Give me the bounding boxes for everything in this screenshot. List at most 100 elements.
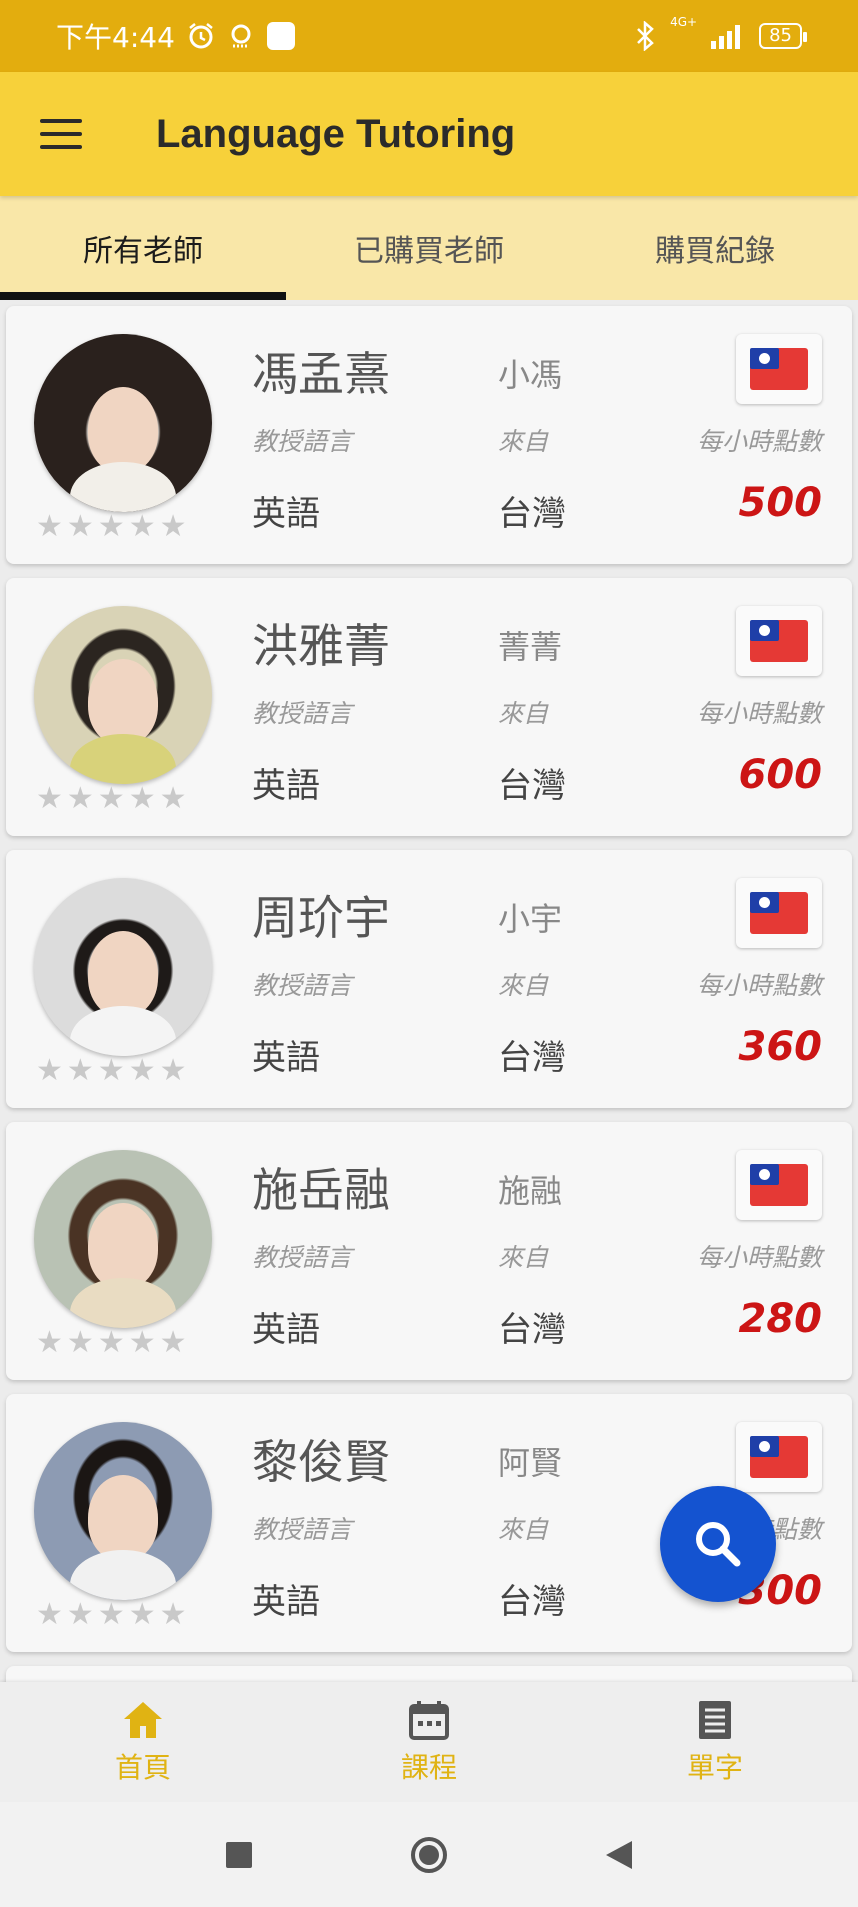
app-notification-icon	[266, 22, 295, 50]
label-language: 教授語言	[252, 971, 353, 1000]
teacher-points: 280	[738, 1296, 823, 1342]
star-icon: ★	[36, 1597, 63, 1632]
nav-vocabulary[interactable]: 單字	[572, 1682, 858, 1802]
home-button[interactable]	[334, 1835, 524, 1875]
star-icon: ★	[36, 509, 63, 544]
teacher-nickname: 小馮	[498, 356, 563, 394]
search-button[interactable]	[660, 1486, 776, 1602]
teacher-avatar	[34, 334, 212, 512]
teacher-name: 馮孟熹	[252, 347, 390, 401]
circle-icon	[411, 1836, 447, 1873]
battery-level: 85	[769, 25, 792, 46]
rating-stars: ★ ★ ★ ★ ★	[36, 784, 187, 814]
star-icon: ★	[128, 1053, 156, 1088]
star-icon: ★	[97, 509, 125, 544]
teacher-points: 500	[738, 480, 823, 526]
teacher-avatar	[34, 606, 212, 784]
square-icon	[226, 1841, 252, 1868]
tab-purchase-history[interactable]: 購買紀錄	[572, 196, 858, 300]
search-icon	[696, 1522, 741, 1567]
back-button[interactable]	[524, 1839, 714, 1871]
teacher-language: 英語	[252, 494, 320, 534]
taiwan-flag-icon	[736, 1150, 822, 1220]
star-icon: ★	[97, 1597, 125, 1632]
label-from: 來自	[498, 699, 549, 728]
nav-courses[interactable]: 課程	[286, 1682, 572, 1802]
teacher-points: 360	[738, 1024, 823, 1070]
taiwan-flag-icon	[736, 1422, 822, 1492]
star-icon: ★	[128, 1325, 156, 1360]
star-icon: ★	[159, 1053, 187, 1088]
teacher-country: 台灣	[498, 766, 566, 806]
teacher-name: 洪雅菁	[252, 619, 390, 673]
app-bar: Language Tutoring	[0, 72, 858, 196]
document-icon	[699, 1701, 731, 1739]
teacher-card[interactable]: ★ ★ ★ ★ ★ 周玠宇 小宇 教授語言 來自 每小時點數 英語 台灣 360	[6, 850, 852, 1108]
bottom-nav: 首頁 課程 單字	[0, 1682, 858, 1802]
star-icon: ★	[66, 1053, 94, 1088]
star-icon: ★	[128, 1597, 156, 1632]
star-icon: ★	[159, 781, 187, 816]
tab-purchased-teachers[interactable]: 已購買老師	[286, 196, 572, 300]
star-icon: ★	[97, 781, 125, 816]
teacher-card[interactable]	[6, 1666, 852, 1682]
star-icon: ★	[128, 509, 156, 544]
teacher-country: 台灣	[498, 494, 566, 534]
label-points: 每小時點數	[696, 1243, 822, 1272]
teacher-list: ★ ★ ★ ★ ★ 馮孟熹 小馮 教授語言 來自 每小時點數 英語 台灣 500 ★ ★ ★…	[0, 300, 858, 1682]
nav-home-label: 首頁	[114, 1751, 171, 1784]
battery-icon: 85	[759, 23, 807, 49]
star-icon: ★	[159, 509, 187, 544]
nav-home[interactable]: 首頁	[0, 1682, 286, 1802]
teacher-language: 英語	[252, 1310, 320, 1350]
rating-stars: ★ ★ ★ ★ ★	[36, 1600, 187, 1630]
label-language: 教授語言	[252, 1515, 353, 1544]
label-language: 教授語言	[252, 427, 353, 456]
star-icon: ★	[97, 1325, 125, 1360]
label-from: 來自	[498, 1515, 549, 1544]
label-points: 每小時點數	[696, 971, 822, 1000]
teacher-name: 周玠宇	[252, 891, 390, 945]
rating-stars: ★ ★ ★ ★ ★	[36, 1328, 187, 1358]
rating-stars: ★ ★ ★ ★ ★	[36, 512, 187, 542]
status-bar: 下午4:44 4G+ 85	[0, 0, 858, 72]
calendar-icon	[409, 1701, 449, 1740]
teacher-country: 台灣	[498, 1582, 566, 1622]
menu-icon[interactable]	[40, 119, 82, 149]
teacher-language: 英語	[252, 1038, 320, 1078]
teacher-avatar	[34, 1150, 212, 1328]
star-icon: ★	[159, 1597, 187, 1632]
star-icon: ★	[128, 781, 156, 816]
star-icon: ★	[36, 1325, 63, 1360]
teacher-card[interactable]: ★ ★ ★ ★ ★ 馮孟熹 小馮 教授語言 來自 每小時點數 英語 台灣 500	[6, 306, 852, 564]
system-nav-bar	[0, 1802, 858, 1907]
label-from: 來自	[498, 971, 549, 1000]
teacher-nickname: 施融	[498, 1172, 563, 1210]
star-icon: ★	[66, 509, 94, 544]
bluetooth-icon	[637, 21, 654, 51]
network-type: 4G+	[670, 15, 698, 29]
star-icon: ★	[36, 1053, 63, 1088]
alarm-icon	[189, 23, 213, 49]
tab-bar: 所有老師 已購買老師 購買紀錄	[0, 196, 858, 300]
teacher-country: 台灣	[498, 1310, 566, 1350]
notification-icon	[231, 24, 251, 48]
label-from: 來自	[498, 1243, 549, 1272]
teacher-card[interactable]: ★ ★ ★ ★ ★ 施岳融 施融 教授語言 來自 每小時點數 英語 台灣 280	[6, 1122, 852, 1380]
recents-button[interactable]	[144, 1840, 334, 1870]
star-icon: ★	[66, 781, 94, 816]
taiwan-flag-icon	[736, 606, 822, 676]
taiwan-flag-icon	[736, 334, 822, 404]
teacher-language: 英語	[252, 1582, 320, 1622]
label-language: 教授語言	[252, 699, 353, 728]
teacher-nickname: 菁菁	[498, 628, 563, 666]
label-points: 每小時點數	[696, 427, 822, 456]
teacher-card[interactable]: ★ ★ ★ ★ ★ 洪雅菁 菁菁 教授語言 來自 每小時點數 英語 台灣 600	[6, 578, 852, 836]
star-icon: ★	[66, 1597, 94, 1632]
teacher-nickname: 阿賢	[498, 1444, 563, 1482]
app-title: Language Tutoring	[156, 111, 516, 156]
teacher-avatar	[34, 878, 212, 1056]
teacher-avatar	[34, 1422, 212, 1600]
taiwan-flag-icon	[736, 878, 822, 948]
tab-all-teachers[interactable]: 所有老師	[0, 196, 286, 300]
